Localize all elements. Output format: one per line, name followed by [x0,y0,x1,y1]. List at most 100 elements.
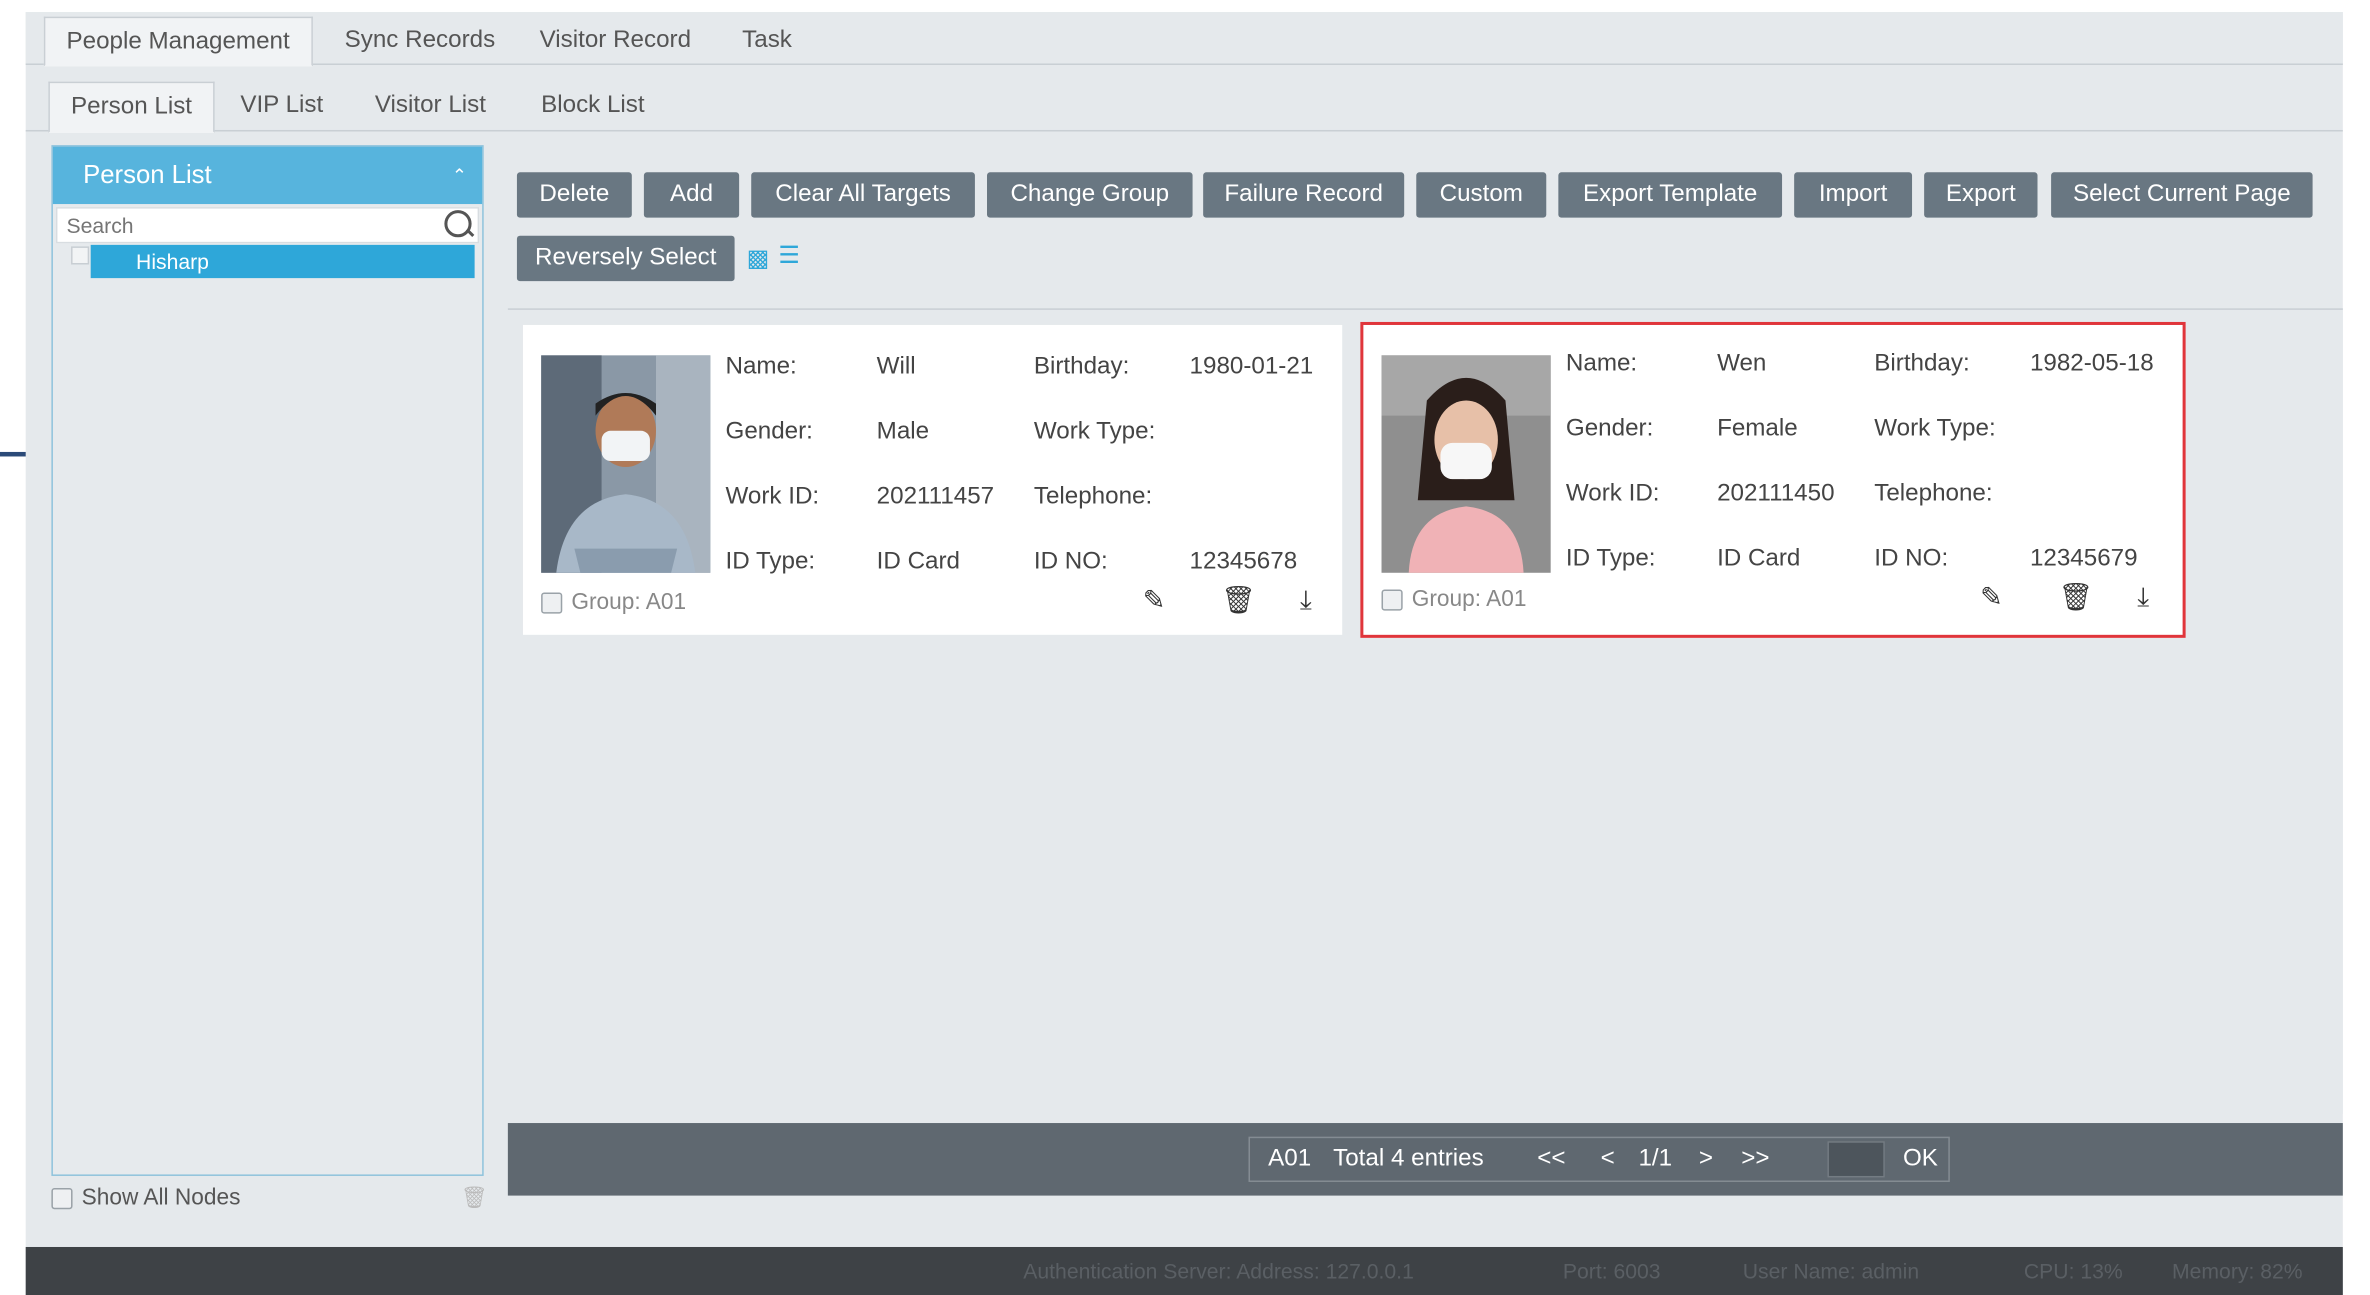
search-box [55,207,480,244]
birthday-label: Birthday: [1033,353,1130,380]
gender-label: Gender: [1565,415,1654,442]
tab-person-list[interactable]: Person List [48,81,215,134]
work-type-label: Work Type: [1033,418,1156,445]
tree-expand-box[interactable] [71,246,90,265]
edit-icon[interactable]: ✎ [1143,585,1166,617]
tab-vip-list[interactable]: VIP List [219,82,344,130]
id-no-label: ID NO: [1033,548,1108,575]
prev-page-button[interactable]: < [1601,1138,1615,1180]
pager-group: A01 [1268,1145,1312,1172]
card-checkbox[interactable] [1381,589,1403,611]
first-page-button[interactable]: << [1537,1138,1565,1180]
tree-node-label: Hisharp [136,249,209,274]
search-input[interactable] [63,210,433,241]
clear-all-targets-button[interactable]: Clear All Targets [751,172,975,218]
import-button[interactable]: Import [1794,172,1913,218]
gender-value: Male [876,418,930,445]
birthday-value: 1980-01-21 [1189,353,1314,380]
last-page-button[interactable]: >> [1741,1138,1769,1180]
name-label: Name: [725,353,797,380]
gender-value: Female [1717,415,1798,442]
group-label: Group: A01 [1411,586,1527,613]
delete-icon[interactable]: 🗑 [1221,585,1256,617]
status-bar: Authentication Server: Address: 127.0.0.… [25,1246,2343,1295]
go-ok-button[interactable]: OK [1903,1138,1938,1180]
inner-tab-bar: Person List VIP List Visitor List Block … [25,76,2343,134]
work-id-value: 202111450 [1717,480,1835,507]
show-all-nodes-checkbox[interactable] [51,1188,73,1210]
app-window: People Management Sync Records Visitor R… [25,12,2343,1295]
select-current-page-button[interactable]: Select Current Page [2051,172,2313,218]
group-label: Group: A01 [571,589,687,616]
card-checkbox[interactable] [541,592,563,614]
id-no-label: ID NO: [1874,545,1949,572]
card-group: Group: A01 [541,589,686,615]
gender-label: Gender: [725,418,813,445]
person-card[interactable]: Name: Will Birthday: 1980-01-21 Gender: … [522,324,1343,635]
tab-people-management[interactable]: People Management [43,16,313,67]
delete-button[interactable]: Delete [516,172,632,218]
tab-visitor-record[interactable]: Visitor Record [518,17,712,64]
birthday-label: Birthday: [1874,350,1970,377]
pagination-bar: A01 Total 4 entries << < 1/1 > >> OK [507,1123,2343,1196]
person-photo [541,355,711,573]
work-id-label: Work ID: [1565,480,1660,507]
person-photo [1381,355,1551,573]
telephone-label: Telephone: [1874,480,1993,507]
export-template-button[interactable]: Export Template [1558,172,1783,218]
show-all-nodes-label: Show All Nodes [81,1185,241,1211]
status-cpu: CPU: 13% [2023,1259,2123,1284]
tab-task[interactable]: Task [721,17,813,64]
sidebar: Person List ⌃ Hisharp [51,145,484,1176]
delete-icon[interactable]: 🗑 [2059,582,2094,614]
sidebar-header[interactable]: Person List ⌃ [52,146,483,205]
card-group: Group: A01 [1381,586,1527,613]
show-all-nodes[interactable]: Show All Nodes [51,1185,240,1211]
status-auth-server: Authentication Server: Address: 127.0.0.… [1023,1259,1414,1284]
id-no-value: 12345679 [2029,545,2138,572]
id-no-value: 12345678 [1189,548,1298,575]
tab-sync-records[interactable]: Sync Records [323,17,516,64]
person-card-selected[interactable]: Name: Wen Birthday: 1982-05-18 Gender: F… [1360,321,2186,638]
failure-record-button[interactable]: Failure Record [1203,172,1405,218]
reversely-select-button[interactable]: Reversely Select [516,235,735,282]
id-type-label: ID Type: [1565,545,1656,572]
download-icon[interactable]: ⤓ [1300,585,1312,617]
work-id-label: Work ID: [725,483,820,510]
telephone-label: Telephone: [1033,483,1153,510]
list-view-icon[interactable]: ☰ [778,240,800,270]
id-type-label: ID Type: [725,548,816,575]
name-value: Wen [1717,350,1767,377]
id-type-value: ID Card [876,548,960,575]
status-port: Port: 6003 [1562,1259,1661,1284]
export-button[interactable]: Export [1924,172,2038,218]
page-number-input[interactable] [1827,1141,1885,1178]
name-label: Name: [1565,350,1638,377]
work-type-label: Work Type: [1874,415,1996,442]
next-page-button[interactable]: > [1699,1138,1713,1180]
person-card-area: Name: Will Birthday: 1980-01-21 Gender: … [507,308,2343,1114]
status-memory: Memory: 82% [2172,1259,2303,1284]
outer-tab-bar: People Management Sync Records Visitor R… [25,12,2343,67]
page-indicator: 1/1 [1638,1145,1673,1172]
search-icon[interactable] [444,210,472,238]
change-group-button[interactable]: Change Group [987,172,1193,218]
status-user: User Name: admin [1742,1259,1920,1284]
trash-icon[interactable]: 🗑 [461,1185,488,1211]
chevron-up-icon[interactable]: ⌃ [452,147,467,204]
name-value: Will [876,353,916,380]
edit-icon[interactable]: ✎ [1980,582,2003,614]
tab-visitor-list[interactable]: Visitor List [354,82,507,130]
add-button[interactable]: Add [643,172,740,218]
pager-total: Total 4 entries [1333,1145,1484,1172]
download-icon[interactable]: ⤓ [2137,582,2149,614]
work-id-value: 202111457 [876,483,995,510]
id-type-value: ID Card [1717,545,1801,572]
custom-button[interactable]: Custom [1416,172,1547,218]
sidebar-title: Person List [83,160,212,189]
card-view-icon[interactable]: ▩ [747,243,770,273]
tab-block-list[interactable]: Block List [520,82,666,130]
pagination-controls: A01 Total 4 entries << < 1/1 > >> OK [1248,1136,1950,1182]
tree-node-hisharp[interactable]: Hisharp [90,244,475,279]
birthday-value: 1982-05-18 [2029,350,2154,377]
